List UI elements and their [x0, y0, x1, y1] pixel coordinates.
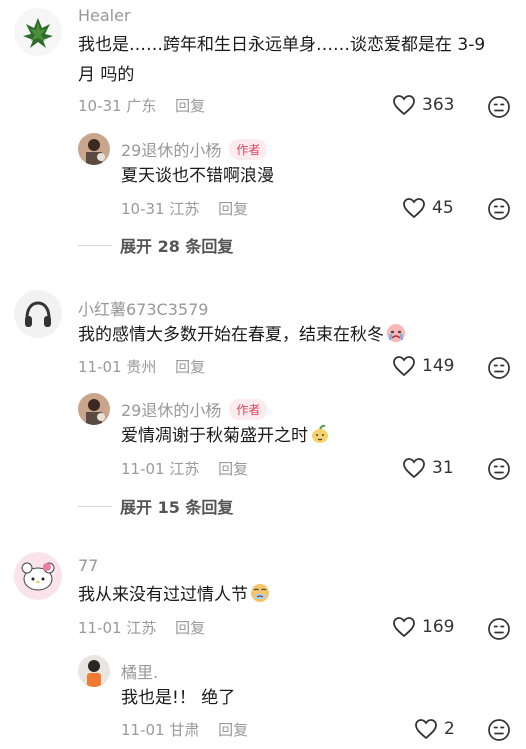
- reply-button[interactable]: 回复: [175, 358, 205, 376]
- like-count: 149: [422, 356, 455, 376]
- avatar[interactable]: [14, 552, 62, 600]
- heart-outline-icon: [393, 95, 415, 116]
- reply-location: 江苏: [169, 460, 200, 478]
- dislike-button[interactable]: [487, 356, 511, 380]
- comment-location: 贵州: [126, 358, 157, 376]
- dislike-face-icon: [488, 198, 510, 220]
- reply-avatar[interactable]: [78, 393, 110, 425]
- like-button[interactable]: 149: [392, 355, 454, 377]
- reply-meta: 11-01 江苏 回复: [121, 458, 248, 479]
- like-count: 31: [432, 458, 454, 478]
- like-count: 169: [422, 617, 455, 637]
- dislike-button[interactable]: [487, 718, 511, 742]
- comment-username[interactable]: 小红薯673C3579: [78, 296, 208, 320]
- like-button[interactable]: 169: [392, 616, 454, 638]
- expand-replies-button[interactable]: 展开 15 条回复: [78, 494, 233, 518]
- comment-text: 我从来没有过过情人节: [78, 580, 498, 610]
- heart-outline-icon: [393, 617, 415, 638]
- comment-text: 我也是……跨年和生日永远单身……谈恋爱都是在 3-9 月 吗的: [78, 35, 486, 85]
- expand-replies-button[interactable]: 展开 28 条回复: [78, 233, 233, 257]
- dislike-face-icon: [488, 357, 510, 379]
- comment-text: 我的感情大多数开始在春夏，结束在秋冬: [78, 320, 498, 350]
- divider: [78, 505, 112, 507]
- reply-date: 11-01: [121, 721, 165, 739]
- author-badge: 作者: [229, 139, 268, 160]
- comment-location: 江苏: [126, 619, 157, 637]
- reply-username[interactable]: 橘里.: [121, 659, 158, 683]
- crying-face-emoji-icon: [386, 323, 406, 343]
- reply-username[interactable]: 29退休的小杨 作者: [121, 397, 268, 421]
- divider: [78, 244, 112, 246]
- dislike-button[interactable]: [487, 197, 511, 221]
- comment-meta: 11-01 贵州 回复: [78, 356, 205, 377]
- reply-text: 爱情凋谢于秋菊盛开之时: [121, 421, 330, 451]
- comment-location: 广东: [126, 97, 157, 115]
- like-count: 45: [432, 198, 454, 218]
- sobbing-face-emoji-icon: [250, 583, 270, 603]
- like-button[interactable]: 31: [402, 457, 454, 479]
- reply-button[interactable]: 回复: [175, 619, 205, 637]
- dislike-button[interactable]: [487, 95, 511, 119]
- reply-date: 11-01: [121, 460, 165, 478]
- comment-date: 11-01: [78, 358, 122, 376]
- reply-text: 夏天谈也不错啊浪漫: [121, 166, 274, 186]
- reply-avatar[interactable]: [78, 133, 110, 165]
- pear-face-emoji-icon: [310, 424, 330, 444]
- reply-button[interactable]: 回复: [175, 97, 205, 115]
- comment-username[interactable]: 77: [78, 556, 98, 575]
- reply-button[interactable]: 回复: [218, 460, 248, 478]
- reply-meta: 11-01 甘肃 回复: [121, 719, 248, 740]
- comment-date: 11-01: [78, 619, 122, 637]
- reply-button[interactable]: 回复: [218, 721, 248, 739]
- like-button[interactable]: 2: [414, 718, 455, 740]
- reply-avatar[interactable]: [78, 655, 110, 687]
- reply-meta: 10-31 江苏 回复: [121, 198, 248, 219]
- like-button[interactable]: 45: [402, 197, 454, 219]
- heart-outline-icon: [403, 198, 425, 219]
- reply-location: 甘肃: [169, 721, 200, 739]
- expand-replies-label[interactable]: 展开 28 条回复: [120, 233, 233, 257]
- avatar[interactable]: [14, 8, 62, 56]
- like-count: 2: [444, 719, 455, 739]
- reply-text: 我也是!！ 绝了: [121, 688, 236, 708]
- dislike-face-icon: [488, 96, 510, 118]
- comment-meta: 10-31 广东 回复: [78, 95, 205, 116]
- heart-outline-icon: [403, 458, 425, 479]
- dislike-face-icon: [488, 458, 510, 480]
- avatar[interactable]: [14, 290, 62, 338]
- like-button[interactable]: 363: [392, 94, 454, 116]
- comment-item: 小红薯673C3579 我的感情大多数开始在春夏，结束在秋冬 11-01 贵州 …: [0, 290, 526, 540]
- dislike-face-icon: [488, 618, 510, 640]
- heart-outline-icon: [393, 356, 415, 377]
- dislike-face-icon: [488, 719, 510, 741]
- dislike-button[interactable]: [487, 457, 511, 481]
- comment-username[interactable]: Healer: [78, 6, 131, 25]
- reply-button[interactable]: 回复: [218, 200, 248, 218]
- dislike-button[interactable]: [487, 617, 511, 641]
- like-count: 363: [422, 95, 455, 115]
- reply-date: 10-31: [121, 200, 165, 218]
- comment-item: Healer 我也是……跨年和生日永远单身……谈恋爱都是在 3-9 月 吗的 1…: [0, 0, 526, 280]
- reply-username[interactable]: 29退休的小杨 作者: [121, 137, 268, 161]
- comment-meta: 11-01 江苏 回复: [78, 617, 205, 638]
- heart-outline-icon: [415, 719, 437, 740]
- author-badge: 作者: [229, 399, 268, 420]
- reply-location: 江苏: [169, 200, 200, 218]
- comment-date: 10-31: [78, 97, 122, 115]
- comment-item: 77 我从来没有过过情人节 11-01 江苏 回复 169 橘里. 我也是!！ …: [0, 550, 526, 749]
- expand-replies-label[interactable]: 展开 15 条回复: [120, 494, 233, 518]
